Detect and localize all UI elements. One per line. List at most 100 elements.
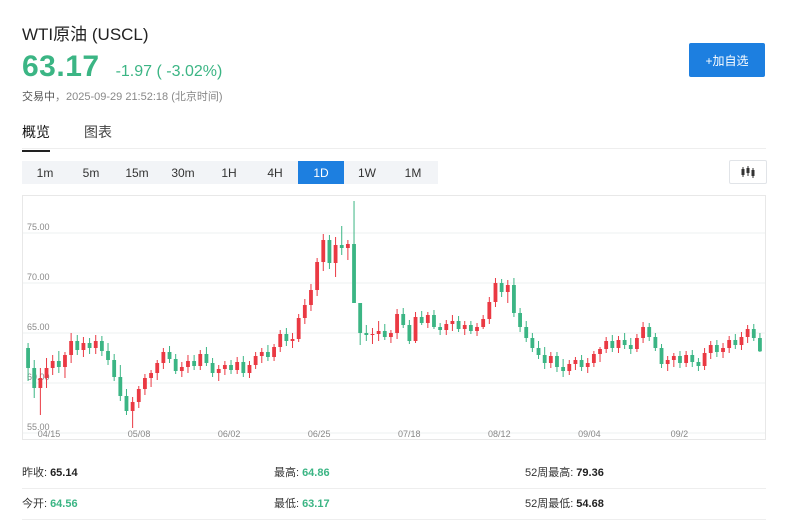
period-1w[interactable]: 1W — [344, 161, 390, 184]
candle-body — [751, 329, 756, 338]
candle-body — [456, 321, 461, 329]
tab-divider — [22, 148, 766, 149]
candle-body — [173, 359, 178, 371]
period-30m[interactable]: 30m — [160, 161, 206, 184]
stat-prev-close: 昨收: 65.14 — [22, 464, 78, 480]
candle-body — [253, 356, 258, 365]
stat-label: 52周最高: — [525, 467, 574, 479]
stat-high: 最高: 64.86 — [274, 464, 330, 480]
candlestick-icon — [741, 166, 755, 178]
candle-body — [604, 341, 609, 349]
chart-type-button[interactable] — [729, 160, 767, 184]
candle-body — [389, 333, 393, 337]
x-tick-label: 09/04 — [578, 429, 601, 439]
period-1m[interactable]: 1m — [22, 161, 68, 184]
stat-open: 今开: 64.56 — [22, 495, 78, 511]
stat-value: 64.86 — [302, 467, 330, 479]
candle-body — [665, 360, 670, 364]
candle-body — [130, 402, 135, 411]
candle-body — [438, 327, 443, 330]
candle-body — [684, 355, 689, 363]
price-change: -1.97 ( -3.02%) — [115, 63, 223, 80]
instrument-title: WTI原油 (USCL) — [22, 25, 149, 44]
candle-body — [50, 361, 55, 368]
candle-body — [247, 365, 252, 373]
candle-body — [579, 360, 584, 367]
candle-body — [290, 339, 295, 341]
candlestick-chart: 75.0070.0065.0060.0055.0004/15 05/08 06/02… — [23, 201, 765, 439]
candle-body — [505, 285, 510, 292]
candle-body — [352, 244, 356, 303]
period-1mo[interactable]: 1M — [390, 161, 436, 184]
candle-body — [598, 349, 602, 354]
stat-label: 最低: — [274, 498, 300, 510]
candle-body — [179, 367, 184, 371]
candle-body — [216, 369, 221, 373]
candle-body — [143, 378, 147, 389]
candle-body — [745, 329, 750, 337]
status-row: 交易中，2025-09-29 21:52:18 (北京时间) — [22, 88, 223, 104]
candle-body — [733, 340, 738, 345]
candle-body — [296, 318, 301, 339]
candle-body — [358, 303, 363, 333]
stat-label: 52周最低: — [525, 498, 574, 510]
candle-body — [561, 367, 566, 371]
period-4h[interactable]: 4H — [252, 161, 298, 184]
candle-body — [542, 355, 547, 363]
candle-body — [739, 337, 744, 345]
candle-body — [235, 362, 240, 370]
status-sep: ， — [55, 91, 66, 103]
period-1d[interactable]: 1D — [298, 161, 344, 184]
candle-body — [635, 338, 639, 349]
candle-body — [272, 347, 276, 357]
candle-body — [727, 340, 732, 348]
period-15m[interactable]: 15m — [114, 161, 160, 184]
candle-body — [198, 354, 203, 366]
y-tick-label: 75.00 — [27, 222, 50, 232]
candle-body — [548, 356, 553, 363]
candle-body — [555, 356, 559, 367]
candle-body — [167, 352, 172, 359]
stat-value: 54.68 — [576, 498, 604, 510]
add-watchlist-button[interactable]: +加自选 — [689, 43, 765, 77]
price-chart[interactable]: 75.00 70.00 65.00 60.00 55.00 04/15 05/08 06/02… — [22, 195, 766, 440]
x-tick-label: 06/25 — [308, 429, 331, 439]
candle-body — [708, 345, 713, 353]
candle-body — [444, 324, 449, 330]
trading-status: 交易中 — [22, 91, 55, 103]
x-tick-label: 08/12 — [488, 429, 511, 439]
candle-body — [702, 353, 707, 366]
candle-body — [118, 377, 123, 396]
candle-body — [419, 317, 424, 323]
candle-body — [573, 360, 578, 364]
candle-body — [425, 315, 430, 323]
x-tick-label: 04/15 — [38, 429, 61, 439]
candle-body — [112, 360, 117, 377]
x-tick-label: 06/02 — [218, 429, 241, 439]
candle-body — [32, 368, 37, 388]
candle-body — [364, 333, 369, 335]
stat-low: 最低: 63.17 — [274, 495, 330, 511]
candle-body — [192, 361, 197, 366]
candle-body — [524, 327, 529, 338]
candle-body — [382, 331, 387, 337]
candle-body — [678, 356, 682, 363]
candle-body — [696, 362, 701, 366]
candle-body — [432, 315, 436, 327]
candle-body — [278, 334, 283, 347]
period-5m[interactable]: 5m — [68, 161, 114, 184]
candle-body — [512, 285, 516, 313]
candle-body — [87, 343, 92, 348]
candle-body — [376, 331, 381, 334]
stat-label: 最高: — [274, 467, 300, 479]
candle-body — [241, 362, 246, 373]
price-row: 63.17 -1.97 ( -3.02%) — [22, 50, 222, 84]
period-1h[interactable]: 1H — [206, 161, 252, 184]
candle-body — [591, 354, 596, 363]
candle-body — [284, 334, 289, 341]
candle-body — [333, 245, 338, 263]
candle-body — [63, 355, 67, 367]
candle-body — [69, 341, 74, 355]
candle-body — [413, 317, 418, 341]
candle-body — [407, 325, 412, 341]
